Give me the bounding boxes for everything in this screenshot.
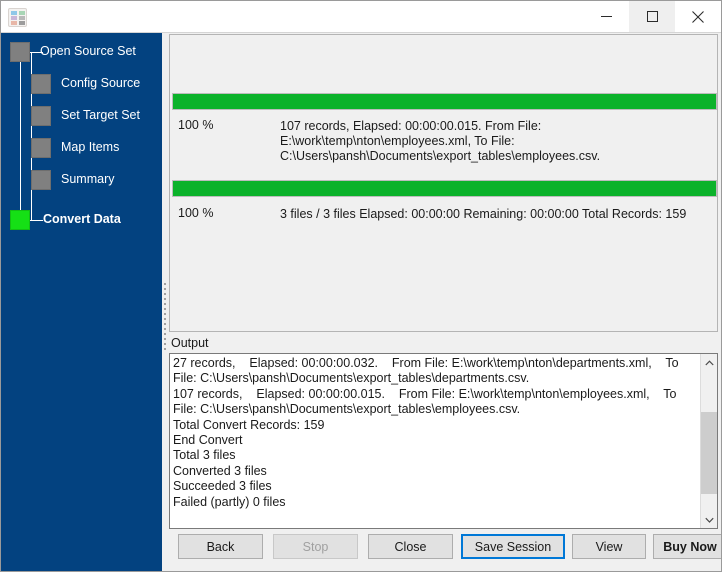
wizard-sidebar: Open Source Set Config Source Set Target…: [1, 33, 162, 572]
output-log[interactable]: 27 records, Elapsed: 00:00:00.032. From …: [169, 353, 718, 529]
minimize-button[interactable]: [583, 1, 629, 32]
step-marker: [31, 106, 51, 126]
sidebar-item-summary[interactable]: Summary: [1, 170, 162, 192]
total-progress-percent: 100 %: [178, 206, 213, 220]
sidebar-item-open-source-set[interactable]: Open Source Set: [1, 42, 162, 64]
main-panel: 100 % 107 records, Elapsed: 00:00:00.015…: [168, 33, 721, 572]
file-progress-bar: [172, 93, 717, 110]
view-button[interactable]: View: [572, 534, 646, 559]
back-button[interactable]: Back: [178, 534, 263, 559]
progress-panel: 100 % 107 records, Elapsed: 00:00:00.015…: [169, 34, 718, 332]
total-progress-fill: [173, 181, 716, 196]
sidebar-item-map-items[interactable]: Map Items: [1, 138, 162, 160]
chevron-down-icon: [705, 517, 714, 523]
stop-button: Stop: [273, 534, 358, 559]
maximize-button[interactable]: [629, 1, 675, 32]
close-button[interactable]: [675, 1, 721, 32]
scroll-up-button[interactable]: [701, 354, 717, 371]
sidebar-item-label: Open Source Set: [40, 44, 136, 58]
total-progress-bar: [172, 180, 717, 197]
chevron-up-icon: [705, 360, 714, 366]
app-tiles-icon: [8, 8, 27, 27]
close-button-footer[interactable]: Close: [368, 534, 453, 559]
sidebar-item-set-target-set[interactable]: Set Target Set: [1, 106, 162, 128]
save-session-button[interactable]: Save Session: [461, 534, 565, 559]
step-marker: [31, 138, 51, 158]
sidebar-item-label: Set Target Set: [61, 108, 140, 122]
sidebar-item-label: Summary: [61, 172, 114, 186]
output-log-text: 27 records, Elapsed: 00:00:00.032. From …: [173, 356, 689, 510]
file-progress-detail-line1: 107 records, Elapsed: 00:00:00.015. From…: [280, 118, 541, 134]
minimize-icon: [601, 11, 612, 22]
scroll-thumb[interactable]: [701, 412, 717, 494]
file-progress-fill: [173, 94, 716, 109]
application-window: Open Source Set Config Source Set Target…: [0, 0, 722, 572]
step-marker-active: [10, 210, 30, 230]
close-icon: [692, 11, 704, 23]
total-progress-detail: 3 files / 3 files Elapsed: 00:00:00 Rema…: [280, 206, 686, 222]
sidebar-item-label: Convert Data: [43, 212, 121, 226]
button-bar: Back Stop Close Save Session View Buy No…: [168, 532, 721, 572]
file-progress-detail-line2: E:\work\temp\nton\employees.xml, To File…: [280, 133, 515, 149]
sidebar-item-label: Config Source: [61, 76, 140, 90]
splitter-grip: [164, 283, 166, 353]
sidebar-item-config-source[interactable]: Config Source: [1, 74, 162, 96]
step-marker: [31, 170, 51, 190]
title-bar: [1, 1, 721, 33]
step-marker: [31, 74, 51, 94]
window-controls: [583, 1, 721, 32]
output-label: Output: [171, 336, 209, 350]
step-marker: [10, 42, 30, 62]
output-scrollbar[interactable]: [700, 354, 717, 528]
file-progress-percent: 100 %: [178, 118, 213, 132]
sidebar-item-convert-data[interactable]: Convert Data: [1, 210, 162, 232]
file-progress-detail-line3: C:\Users\pansh\Documents\export_tables\e…: [280, 148, 600, 164]
buy-now-button[interactable]: Buy Now: [653, 534, 722, 559]
maximize-icon: [647, 11, 658, 22]
sidebar-item-label: Map Items: [61, 140, 119, 154]
scroll-down-button[interactable]: [701, 511, 717, 528]
